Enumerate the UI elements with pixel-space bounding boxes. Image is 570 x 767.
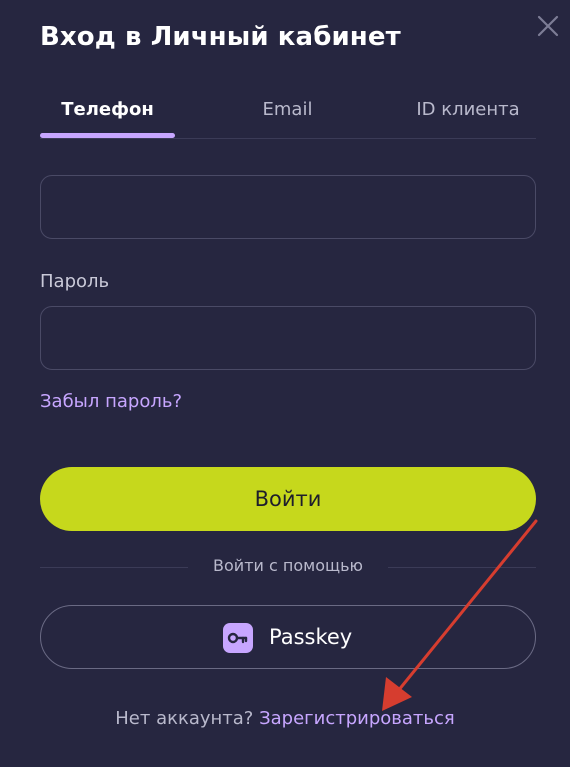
passkey-label: Passkey bbox=[269, 625, 353, 649]
alt-login-divider-text: Войти с помощью bbox=[213, 556, 363, 575]
tab-client-id[interactable]: ID клиента bbox=[400, 88, 536, 138]
no-account-text: Нет аккаунта? bbox=[115, 708, 254, 729]
forgot-password-link[interactable]: Забыл пароль? bbox=[40, 391, 182, 412]
phone-input[interactable] bbox=[40, 175, 536, 239]
active-tab-indicator bbox=[40, 133, 175, 138]
login-method-tabs: Телефон Email ID клиента bbox=[40, 88, 536, 139]
password-label: Пароль bbox=[40, 271, 110, 292]
divider-left bbox=[40, 567, 188, 568]
modal-title: Вход в Личный кабинет bbox=[40, 22, 401, 52]
tab-email[interactable]: Email bbox=[220, 88, 355, 138]
tab-phone[interactable]: Телефон bbox=[40, 88, 175, 138]
close-icon[interactable] bbox=[532, 10, 564, 42]
password-input[interactable] bbox=[40, 306, 536, 370]
annotation-arrow bbox=[382, 519, 538, 711]
login-modal: Вход в Личный кабинет Телефон Email ID к… bbox=[0, 0, 570, 767]
key-icon bbox=[223, 623, 253, 653]
